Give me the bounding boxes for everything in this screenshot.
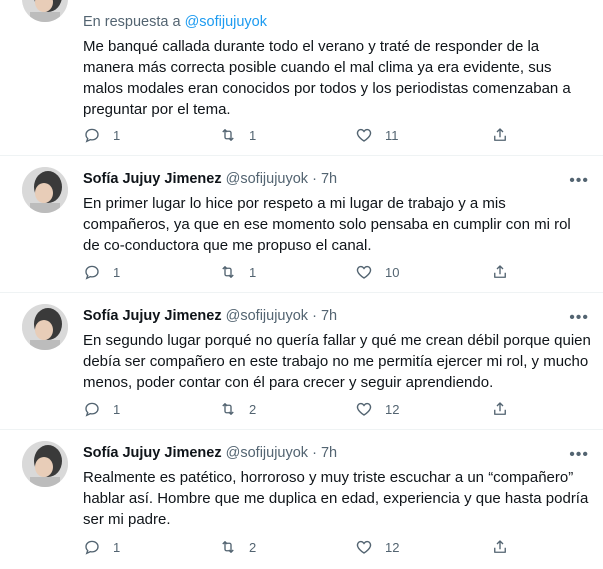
tweet-actions: 1 1 10	[83, 263, 523, 283]
retweet-button[interactable]: 1	[219, 263, 256, 281]
like-count: 12	[385, 401, 400, 417]
reply-count: 1	[113, 401, 121, 417]
reply-icon	[85, 540, 99, 555]
retweet-button[interactable]: 2	[219, 538, 256, 556]
share-icon	[494, 128, 506, 141]
share-icon	[494, 265, 506, 278]
heart-icon	[356, 540, 372, 554]
reply-button[interactable]: 1	[83, 126, 120, 144]
share-button[interactable]	[491, 538, 521, 556]
reply-count: 1	[113, 127, 121, 143]
reply-context: En respuesta a @sofijujuyok	[83, 12, 591, 32]
tweet-actions: 1 2 12	[83, 400, 523, 420]
heart-icon	[356, 128, 372, 142]
author-handle[interactable]: @sofijujuyok	[226, 445, 308, 461]
tweet-header: Sofía Jujuy Jimenez @sofijujuyok · 7h	[83, 443, 591, 463]
retweet-icon	[222, 403, 234, 415]
more-options-button[interactable]: •••	[569, 447, 589, 463]
like-button[interactable]: 12	[355, 538, 399, 556]
like-count: 10	[385, 264, 400, 280]
retweet-button[interactable]: 2	[219, 400, 256, 418]
retweet-icon	[222, 266, 234, 278]
tweet-time[interactable]: · 7h	[312, 308, 337, 324]
reply-prefix: En respuesta a	[83, 14, 181, 30]
author-handle[interactable]: @sofijujuyok	[226, 171, 308, 187]
more-options-button[interactable]: •••	[569, 173, 589, 189]
reply-button[interactable]: 1	[83, 538, 120, 556]
retweet-count: 2	[249, 539, 257, 555]
tweet-time[interactable]: · 7h	[312, 171, 337, 187]
share-button[interactable]	[491, 263, 521, 281]
retweet-button[interactable]: 1	[219, 126, 256, 144]
author-name[interactable]: Sofía Jujuy Jimenez	[83, 308, 222, 324]
tweet-text: Me banqué callada durante todo el verano…	[83, 38, 571, 118]
reply-count: 1	[113, 264, 121, 280]
avatar[interactable]	[22, 167, 68, 213]
retweet-count: 2	[249, 401, 257, 417]
avatar[interactable]	[22, 304, 68, 350]
retweet-count: 1	[249, 264, 257, 280]
like-count: 11	[385, 127, 399, 143]
like-button[interactable]: 11	[355, 126, 399, 144]
tweet-header: Sofía Jujuy Jimenez @sofijujuyok · 7h	[83, 306, 591, 326]
tweet-actions: 1 1 11	[83, 126, 523, 146]
tweet-item[interactable]: Sofía Jujuy Jimenez @sofijujuyok · 7h En…	[0, 155, 603, 293]
heart-icon	[356, 265, 372, 279]
tweet-text: Realmente es patético, horroroso y muy t…	[83, 469, 589, 528]
retweet-count: 1	[249, 127, 257, 143]
like-count: 12	[385, 539, 400, 555]
share-icon	[494, 540, 506, 553]
heart-icon	[356, 402, 372, 416]
like-button[interactable]: 10	[355, 263, 399, 281]
share-icon	[494, 402, 506, 415]
like-button[interactable]: 12	[355, 400, 399, 418]
author-name[interactable]: Sofía Jujuy Jimenez	[83, 171, 222, 187]
tweet-text: En segundo lugar porqué no quería fallar…	[83, 332, 591, 391]
tweet-time[interactable]: · 7h	[312, 445, 337, 461]
tweet-item[interactable]: En respuesta a @sofijujuyok Me banqué ca…	[0, 0, 603, 156]
reply-icon	[85, 265, 99, 280]
share-button[interactable]	[491, 400, 521, 418]
reply-icon	[85, 128, 99, 143]
reply-icon	[85, 402, 99, 417]
retweet-icon	[222, 129, 234, 141]
tweet-text: En primer lugar lo hice por respeto a mi…	[83, 195, 571, 254]
retweet-icon	[222, 541, 234, 553]
avatar[interactable]	[22, 0, 68, 22]
more-options-button[interactable]: •••	[569, 310, 589, 326]
author-name[interactable]: Sofía Jujuy Jimenez	[83, 445, 222, 461]
avatar[interactable]	[22, 441, 68, 487]
tweet-item[interactable]: Sofía Jujuy Jimenez @sofijujuyok · 7h Re…	[0, 429, 603, 569]
author-handle[interactable]: @sofijujuyok	[226, 308, 308, 324]
tweet-header: Sofía Jujuy Jimenez @sofijujuyok · 7h	[83, 169, 591, 189]
reply-handle-link[interactable]: @sofijujuyok	[185, 14, 267, 30]
reply-count: 1	[113, 539, 121, 555]
reply-button[interactable]: 1	[83, 263, 120, 281]
tweet-item[interactable]: Sofía Jujuy Jimenez @sofijujuyok · 7h En…	[0, 292, 603, 430]
reply-button[interactable]: 1	[83, 400, 120, 418]
tweet-actions: 1 2 12	[83, 538, 523, 558]
share-button[interactable]	[491, 126, 521, 144]
